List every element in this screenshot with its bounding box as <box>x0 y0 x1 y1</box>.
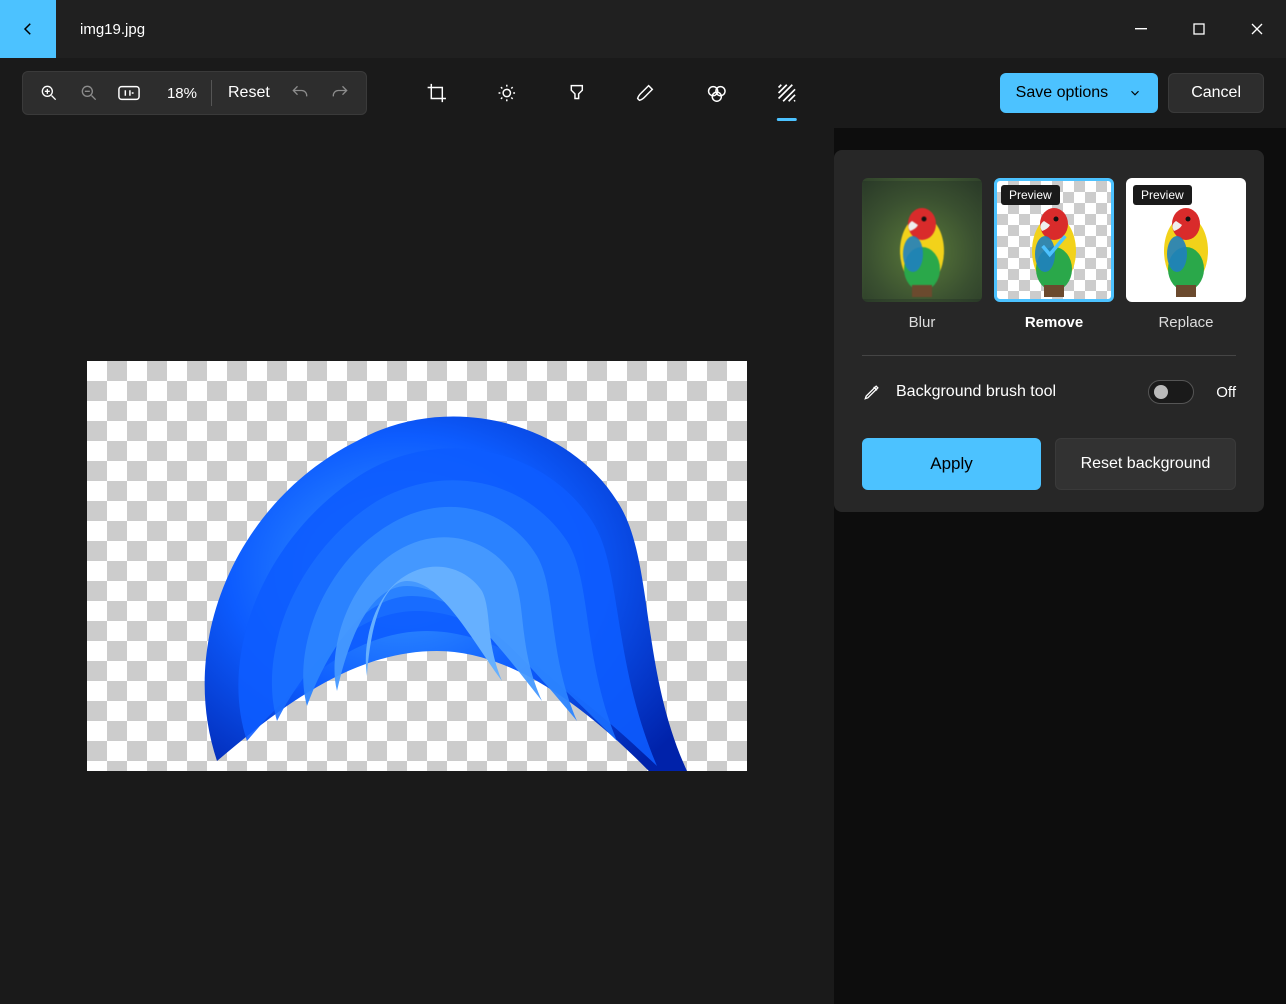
crop-tool[interactable] <box>417 71 457 115</box>
filter-tool[interactable] <box>557 71 597 115</box>
redo-button[interactable] <box>320 75 360 111</box>
background-icon <box>776 82 798 104</box>
save-options-button[interactable]: Save options <box>1000 73 1159 113</box>
window-controls <box>1112 0 1286 58</box>
maximize-button[interactable] <box>1170 0 1228 58</box>
markup-icon <box>636 82 658 104</box>
toolbar: 18% Reset Save options <box>0 58 1286 128</box>
crop-icon <box>426 82 448 104</box>
redo-icon <box>330 83 350 103</box>
pencil-icon <box>862 382 882 402</box>
close-button[interactable] <box>1228 0 1286 58</box>
option-blur[interactable]: Blur <box>862 178 982 331</box>
option-remove[interactable]: Preview Remove <box>994 178 1114 331</box>
background-panel: Blur Preview Remove <box>834 150 1264 512</box>
reset-button[interactable]: Reset <box>218 84 280 102</box>
checkmark-icon <box>1037 229 1071 263</box>
separator <box>211 80 212 106</box>
adjust-icon <box>496 82 518 104</box>
brush-label: Background brush tool <box>896 383 1134 401</box>
panel-actions: Apply Reset background <box>862 438 1236 490</box>
canvas-image <box>87 361 747 771</box>
fit-icon <box>118 85 140 101</box>
zoom-in-icon <box>39 83 59 103</box>
window-title: img19.jpg <box>80 21 145 38</box>
divider <box>862 355 1236 356</box>
brush-tool-row: Background brush tool Off <box>862 380 1236 404</box>
toolbar-actions: Save options Cancel <box>1000 73 1264 113</box>
erase-tool[interactable] <box>697 71 737 115</box>
preview-badge: Preview <box>1001 185 1060 205</box>
parrot-graphic <box>888 199 956 299</box>
zoom-in-button[interactable] <box>29 75 69 111</box>
apply-button[interactable]: Apply <box>862 438 1041 490</box>
windows-bloom-graphic <box>87 361 747 771</box>
zoom-group: 18% Reset <box>22 71 367 115</box>
filter-icon <box>566 82 588 104</box>
maximize-icon <box>1193 23 1205 35</box>
back-button[interactable] <box>0 0 56 58</box>
titlebar: img19.jpg <box>0 0 1286 58</box>
main-area: Blur Preview Remove <box>0 128 1286 1004</box>
toggle-knob <box>1154 385 1168 399</box>
markup-tool[interactable] <box>627 71 667 115</box>
thumb-blur-image <box>862 178 982 302</box>
close-icon <box>1251 23 1263 35</box>
minimize-icon <box>1135 23 1147 35</box>
erase-icon <box>706 82 728 104</box>
parrot-graphic <box>1152 199 1220 299</box>
toggle-state-label: Off <box>1216 384 1236 401</box>
zoom-percent[interactable]: 18% <box>149 85 205 102</box>
canvas-area[interactable] <box>0 128 834 1004</box>
edit-tools <box>417 71 807 115</box>
zoom-out-button[interactable] <box>69 75 109 111</box>
thumb-blur-label: Blur <box>909 314 936 331</box>
preview-badge: Preview <box>1133 185 1192 205</box>
arrow-left-icon <box>19 20 37 38</box>
option-replace[interactable]: Preview Replace <box>1126 178 1246 331</box>
cancel-button[interactable]: Cancel <box>1168 73 1264 113</box>
brush-toggle[interactable] <box>1148 380 1194 404</box>
thumb-remove-image: Preview <box>994 178 1114 302</box>
background-tool[interactable] <box>767 71 807 115</box>
undo-button[interactable] <box>280 75 320 111</box>
save-label: Save options <box>1016 84 1109 102</box>
thumb-replace-label: Replace <box>1158 314 1213 331</box>
zoom-out-icon <box>79 83 99 103</box>
undo-icon <box>290 83 310 103</box>
chevron-down-icon <box>1128 86 1142 100</box>
minimize-button[interactable] <box>1112 0 1170 58</box>
background-options: Blur Preview Remove <box>862 178 1236 331</box>
adjust-tool[interactable] <box>487 71 527 115</box>
thumb-replace-image: Preview <box>1126 178 1246 302</box>
fit-button[interactable] <box>109 75 149 111</box>
thumb-remove-label: Remove <box>1025 314 1083 331</box>
reset-background-button[interactable]: Reset background <box>1055 438 1236 490</box>
